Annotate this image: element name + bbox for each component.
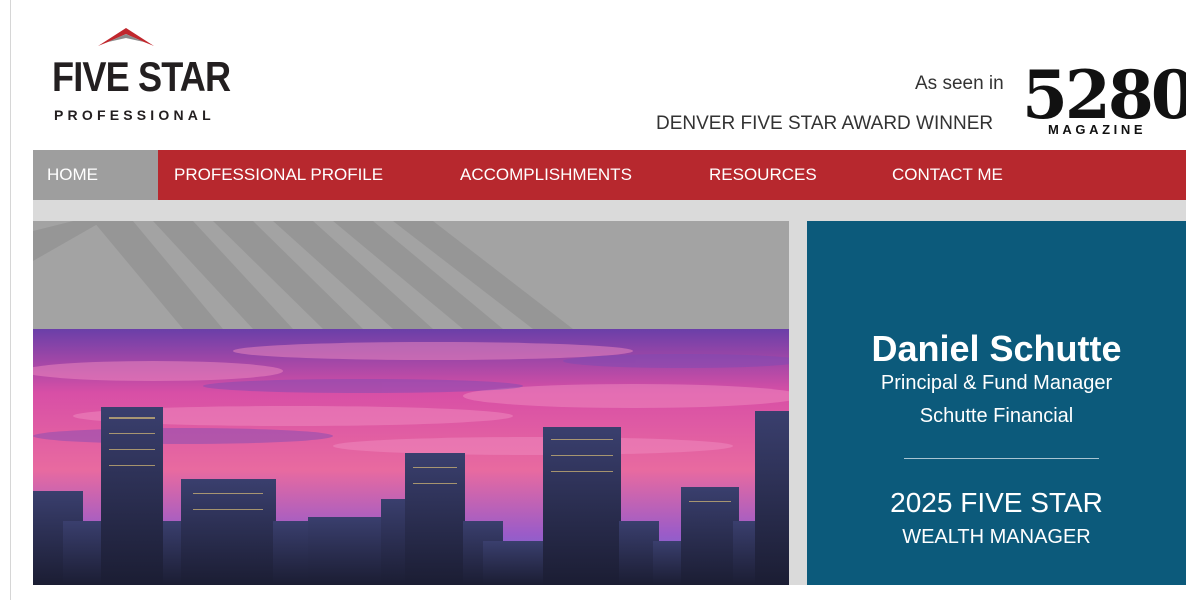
five-star-logo[interactable]: FIVE STAR PROFESSIONAL	[52, 26, 231, 126]
magazine-word: MAGAZINE	[1048, 122, 1147, 137]
roof-icon	[98, 28, 154, 46]
nav-accomplishments[interactable]: ACCOMPLISHMENTS	[460, 150, 632, 200]
award-winner-label: DENVER FIVE STAR AWARD WINNER	[656, 113, 994, 134]
nav-contact-me[interactable]: CONTACT ME	[892, 150, 1003, 200]
advisor-company: Schutte Financial	[919, 405, 1074, 427]
logo-title: FIVE STAR	[52, 53, 231, 100]
nav-resources[interactable]: RESOURCES	[709, 150, 817, 200]
profile-card: Daniel Schutte Principal & Fund Manager …	[807, 221, 1186, 585]
award-year: 2025 FIVE STAR	[890, 487, 1103, 518]
as-seen-in-label: As seen in	[915, 73, 1004, 94]
advisor-name: Daniel Schutte	[871, 328, 1122, 369]
content-top-band	[33, 200, 1186, 221]
award-role: WEALTH MANAGER	[902, 526, 1091, 548]
denver-skyline-image	[33, 221, 789, 585]
nav-home[interactable]: HOME	[33, 150, 158, 200]
main-nav: HOME PROFESSIONAL PROFILE ACCOMPLISHMENT…	[33, 150, 1186, 200]
magazine-logo: 5280 MAGAZINE	[1022, 60, 1186, 142]
advisor-title: Principal & Fund Manager	[880, 372, 1113, 394]
card-divider	[904, 458, 1099, 459]
magazine-number: 5280	[1022, 56, 1186, 134]
page-left-border	[10, 0, 11, 600]
logo-subtitle: PROFESSIONAL	[54, 107, 215, 123]
content-divider	[789, 221, 807, 585]
hero-image	[33, 221, 789, 585]
nav-professional-profile[interactable]: PROFESSIONAL PROFILE	[174, 150, 383, 200]
